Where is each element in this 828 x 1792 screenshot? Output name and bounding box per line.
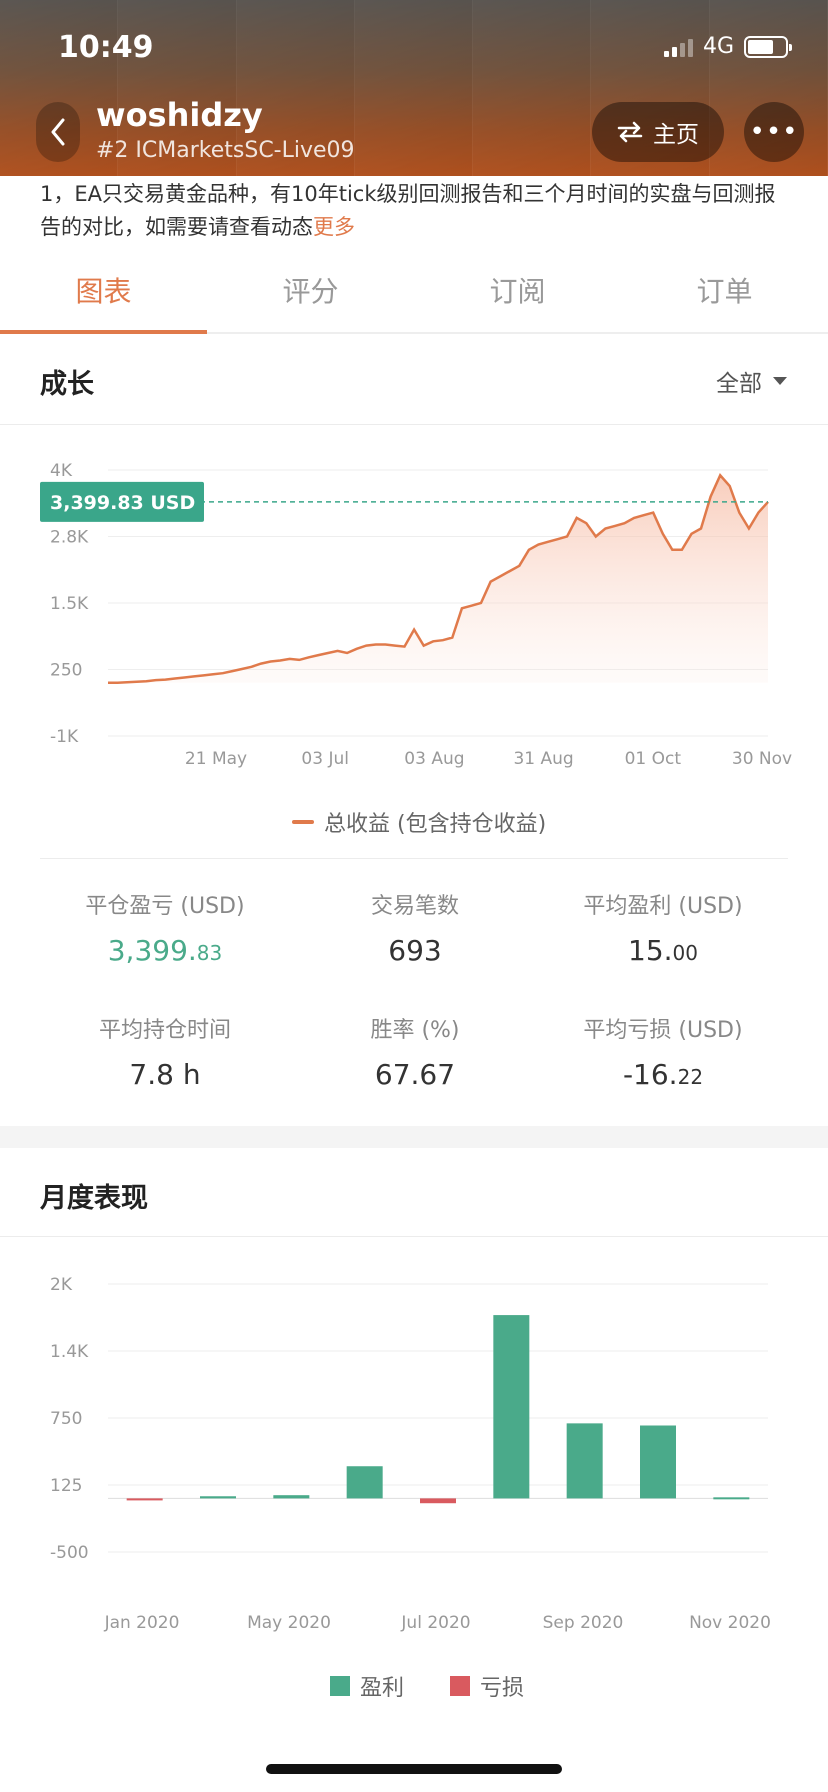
swap-icon — [617, 121, 643, 143]
stat-label: 交易笔数 — [370, 894, 459, 919]
signal-icon — [663, 37, 693, 57]
y-tick-label: 2K — [50, 1275, 73, 1295]
account-name: #2 ICMarketsSC-Live09 — [96, 138, 355, 163]
stat-closed-pl: 平仓盈亏 (USD) 3,399.83 — [40, 888, 290, 967]
growth-title: 成长 — [40, 369, 94, 400]
profit-bar[interactable] — [346, 1466, 383, 1499]
current-value-label: 3,399.83 USD — [50, 492, 195, 514]
username: woshidzy — [96, 96, 263, 134]
stat-label: 平仓盈亏 (USD) — [85, 894, 245, 919]
x-tick-label: Jan 2020 — [104, 1613, 180, 1633]
stat-label: 平均盈利 (USD) — [583, 894, 743, 919]
chevron-left-icon — [51, 118, 65, 146]
profit-bar[interactable] — [713, 1497, 750, 1500]
y-tick-label: 125 — [50, 1476, 82, 1496]
strategy-description: 1，EA只交易黄金品种，有10年tick级别回测报告和三个月时间的实盘与回测报告… — [40, 178, 792, 244]
x-tick-label: Sep 2020 — [543, 1613, 624, 1633]
stat-label: 平均亏损 (USD) — [583, 1018, 743, 1043]
y-tick-label: 1.4K — [50, 1342, 89, 1362]
legend-loss-swatch — [450, 1676, 471, 1696]
x-tick-label: 21 May — [185, 749, 247, 769]
tab-subscribe[interactable]: 订阅 — [414, 248, 621, 332]
network-type: 4G — [702, 34, 734, 59]
tab-orders[interactable]: 订单 — [621, 248, 828, 332]
tab-rating[interactable]: 评分 — [207, 248, 414, 332]
x-tick-label: 31 Aug — [513, 749, 573, 769]
profit-bar[interactable] — [493, 1315, 530, 1499]
stat-win-rate: 胜率 (%) 67.67 — [290, 1012, 540, 1091]
x-tick-label: 30 Nov — [732, 749, 792, 769]
growth-legend: 总收益 (包含持仓收益) — [292, 806, 546, 838]
loss-bar[interactable] — [126, 1498, 163, 1501]
profile-header: 10:49 4G woshidzy #2 ICMarketsSC-Live09 … — [0, 0, 828, 176]
monthly-title: 月度表现 — [40, 1183, 148, 1214]
stat-value: 7.8 h — [129, 1058, 201, 1091]
legend-divider — [40, 858, 788, 859]
home-indicator — [266, 1764, 562, 1774]
profit-bar[interactable] — [273, 1495, 310, 1499]
more-link[interactable]: 更多 — [313, 215, 355, 239]
profit-bar[interactable] — [640, 1425, 676, 1499]
stat-value: 67.67 — [374, 1058, 456, 1091]
back-button[interactable] — [36, 102, 80, 162]
growth-divider — [0, 424, 828, 425]
growth-legend-label: 总收益 (包含持仓收益) — [324, 812, 547, 837]
range-dropdown[interactable]: 全部 — [716, 364, 788, 398]
caret-down-icon — [773, 377, 787, 385]
stat-value: 15.00 — [628, 934, 698, 967]
x-tick-label: Nov 2020 — [689, 1613, 771, 1633]
stat-avg-hold: 平均持仓时间 7.8 h — [40, 1012, 290, 1091]
y-tick-label: -500 — [50, 1543, 89, 1563]
more-icon: ••• — [749, 117, 799, 147]
stat-value: -16.22 — [622, 1058, 704, 1091]
tab-chart[interactable]: 图表 — [0, 248, 207, 334]
legend-loss-label: 亏损 — [480, 1676, 525, 1701]
stat-avg-loss: 平均亏损 (USD) -16.22 — [538, 1012, 788, 1091]
section-gap — [0, 1126, 828, 1148]
stat-value: 693 — [388, 934, 442, 967]
y-tick-label: 4K — [50, 461, 73, 481]
y-tick-label: 1.5K — [50, 594, 89, 614]
y-tick-label: 250 — [50, 661, 82, 681]
y-tick-label: 750 — [50, 1409, 82, 1429]
y-tick-label: -1K — [50, 727, 79, 747]
stat-value: 3,399.83 — [107, 934, 223, 967]
x-tick-label: 01 Oct — [625, 749, 682, 769]
home-button-label: 主页 — [653, 122, 699, 148]
growth-area — [108, 475, 768, 683]
status-time: 10:49 — [58, 30, 154, 65]
legend-profit-label: 盈利 — [360, 1676, 405, 1701]
legend-profit-swatch — [330, 1676, 350, 1696]
battery-icon — [744, 35, 792, 58]
monthly-legend: 盈利 亏损 — [330, 1670, 524, 1702]
profit-bar[interactable] — [566, 1423, 603, 1499]
growth-chart: 4K 2.8K 1.5K 250 -1K 21 May 03 Jul 03 Aug 31 Au… — [40, 461, 792, 769]
x-tick-label: 03 Aug — [404, 749, 464, 769]
monthly-chart: 2K 1.4K 750 125 -500 Jan 2020 May 2020 Jul 202… — [50, 1275, 771, 1633]
range-dropdown-value: 全部 — [716, 371, 762, 397]
x-tick-label: May 2020 — [247, 1613, 331, 1633]
current-value-tag: 3,399.83 USD — [40, 481, 204, 522]
legend-line-swatch — [292, 820, 314, 824]
monthly-divider — [0, 1236, 828, 1237]
loss-bar[interactable] — [420, 1498, 456, 1504]
stat-label: 胜率 (%) — [370, 1018, 460, 1043]
more-button[interactable]: ••• — [744, 102, 804, 162]
stat-avg-profit: 平均盈利 (USD) 15.00 — [538, 888, 788, 967]
description-text: 1，EA只交易黄金品种，有10年tick级别回测报告和三个月时间的实盘与回测报告… — [40, 182, 776, 239]
stat-trade-count: 交易笔数 693 — [290, 888, 540, 967]
x-tick-label: 03 Jul — [301, 749, 349, 769]
status-indicators: 4G — [663, 34, 792, 59]
tab-bar: 图表 评分 订阅 订单 — [0, 248, 828, 334]
y-tick-label: 2.8K — [50, 528, 89, 548]
x-tick-label: Jul 2020 — [400, 1613, 470, 1633]
profit-bar[interactable] — [200, 1496, 236, 1499]
stat-label: 平均持仓时间 — [98, 1018, 231, 1043]
home-button[interactable]: 主页 — [592, 102, 724, 162]
